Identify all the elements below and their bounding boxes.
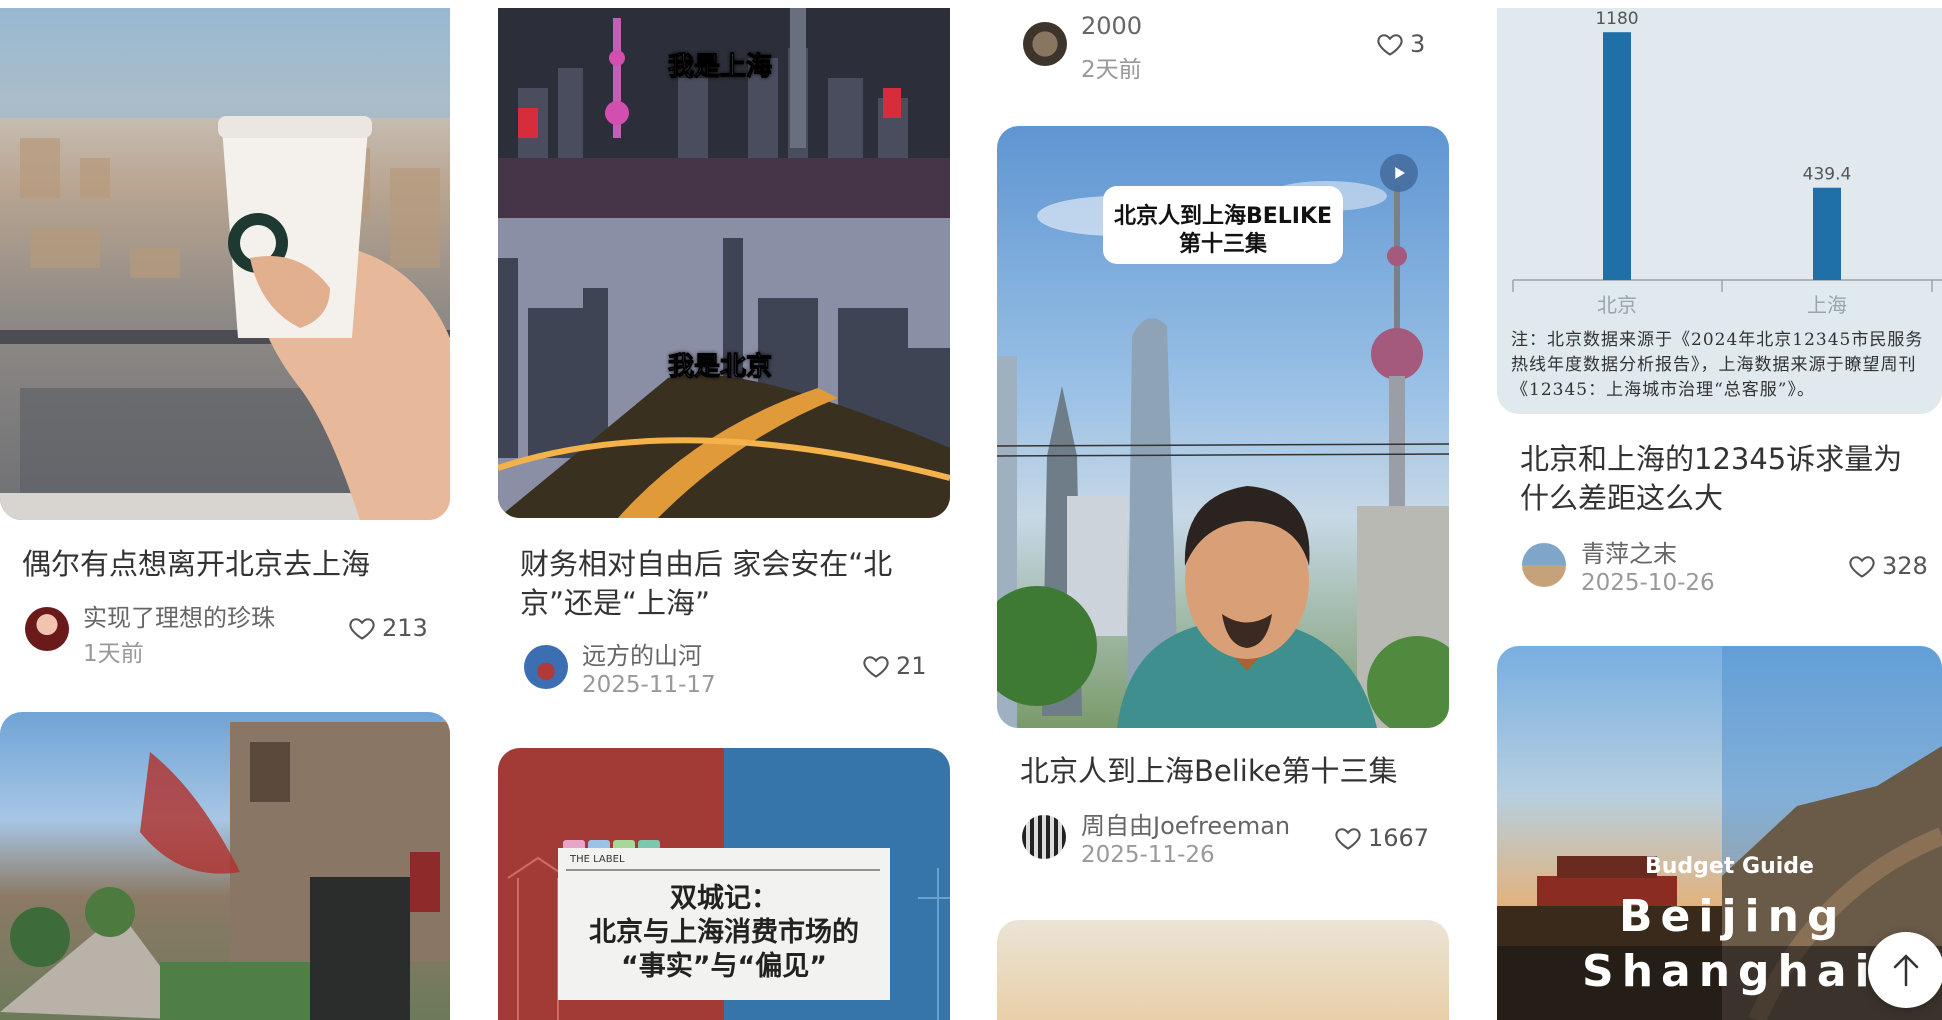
starbucks-cup-photo — [0, 8, 450, 520]
heart-icon — [1335, 828, 1361, 850]
author-name[interactable]: 2000 — [1081, 12, 1142, 40]
heart-icon — [1849, 556, 1875, 578]
card-image-sunset[interactable] — [997, 920, 1449, 1020]
video-title-line2: 第十三集 — [1178, 232, 1267, 257]
play-icon[interactable] — [1380, 154, 1418, 192]
avatar[interactable] — [1522, 543, 1566, 587]
arrow-up-icon — [1893, 954, 1919, 987]
post-date: 2025-10-26 — [1581, 570, 1715, 596]
bar-0 — [1603, 32, 1631, 281]
card-title[interactable]: 财务相对自由后 家会安在“北京”还是“上海” — [520, 545, 930, 623]
avatar[interactable] — [524, 645, 568, 689]
author-name[interactable]: 远方的山河 — [582, 636, 702, 671]
image-subtitle: Budget Guide — [1645, 854, 1814, 879]
back-to-top-button[interactable] — [1868, 932, 1942, 1008]
image-headline: Shanghai — [1582, 946, 1878, 997]
like-count: 1667 — [1368, 824, 1430, 852]
like-count: 3 — [1410, 30, 1426, 58]
card-image-chart[interactable]: 1180 北京 439.4 上海 注：北京数据来源于《2024年北京12345市民服务… — [1497, 8, 1942, 414]
like-button[interactable]: 3 — [1376, 30, 1425, 58]
card-title[interactable]: 偶尔有点想离开北京去上海 — [22, 545, 442, 584]
heart-icon — [863, 656, 889, 678]
like-count: 328 — [1882, 552, 1928, 580]
chart-note: 注：北京数据来源于《2024年北京12345市民服务热线年度数据分析报告》，上海… — [1511, 330, 1924, 400]
data-label-1: 439.4 — [1803, 165, 1852, 185]
like-button[interactable]: 21 — [862, 652, 927, 680]
bar-1 — [1813, 187, 1841, 280]
garden-photo — [0, 722, 450, 1020]
post-date: 2025-11-17 — [582, 672, 716, 698]
author-name[interactable]: 周自由Joefreeman — [1081, 806, 1290, 841]
post-date: 1天前 — [83, 641, 144, 667]
image-caption: 我是北京 — [667, 352, 773, 383]
tick-label-1: 上海 — [1807, 293, 1847, 317]
heart-icon — [349, 618, 375, 640]
like-button[interactable]: 213 — [348, 614, 428, 642]
image-headline: “事实”与“偏见” — [621, 951, 827, 982]
image-caption: 我是上海 — [667, 52, 773, 83]
card-title[interactable]: 北京人到上海Belike第十三集 — [1020, 752, 1440, 791]
author-name[interactable]: 青萍之末 — [1581, 534, 1677, 569]
avatar[interactable] — [1022, 815, 1066, 859]
author-name[interactable]: 实现了理想的珍珠 — [83, 598, 275, 633]
card-image-garden[interactable] — [0, 712, 450, 1020]
like-count: 213 — [382, 614, 428, 642]
image-headline: Beijing — [1619, 891, 1847, 942]
card-image-shanghai-beijing[interactable]: 我是上海 我是北京 — [498, 8, 950, 518]
like-button[interactable]: 1667 — [1334, 824, 1429, 852]
avatar[interactable] — [1023, 22, 1067, 66]
heart-icon — [1377, 34, 1403, 56]
card-image-video[interactable]: 北京人到上海BELIKE 第十三集 — [997, 126, 1449, 728]
tick-label-0: 北京 — [1597, 293, 1637, 317]
card-title[interactable]: 北京和上海的12345诉求量为什么差距这么大 — [1520, 440, 1930, 518]
card-image-two-cities[interactable]: THE LABEL 双城记： 北京与上海消费市场的 “事实”与“偏见” — [498, 748, 950, 1020]
avatar[interactable] — [25, 607, 69, 651]
like-button[interactable]: 328 — [1848, 552, 1928, 580]
post-date: 2025-11-26 — [1081, 842, 1215, 868]
like-count: 21 — [896, 652, 927, 680]
image-tag: THE LABEL — [570, 854, 625, 865]
data-label-0: 1180 — [1595, 9, 1638, 29]
city-skyline-collage — [498, 8, 950, 518]
card-image-starbucks[interactable] — [0, 8, 450, 520]
post-date: 2天前 — [1081, 57, 1142, 83]
